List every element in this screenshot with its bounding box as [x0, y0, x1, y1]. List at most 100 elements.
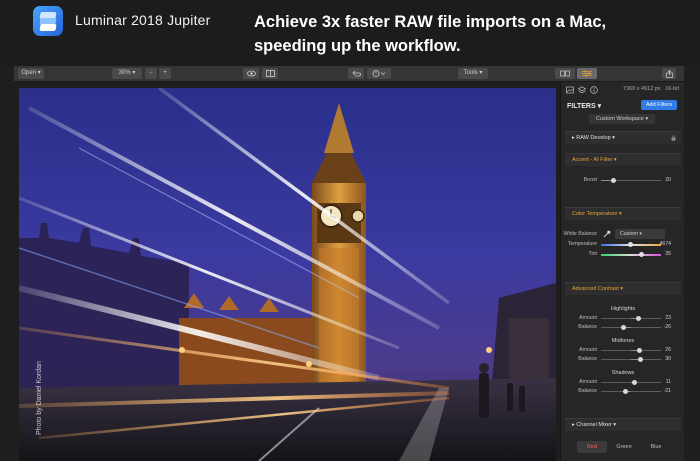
highlights-balance-label: Balance — [578, 324, 597, 330]
eyedropper-icon[interactable] — [603, 230, 611, 238]
channel-tab-red[interactable]: Red — [577, 441, 607, 453]
app-root: { "banner": { "app_name": "Luminar 2018 … — [0, 0, 700, 461]
temperature-value: 4674 — [659, 241, 671, 247]
history-icon — [372, 70, 386, 77]
add-filters-button[interactable]: Add Filters — [641, 100, 677, 110]
highlights-amount-row: Amount 23 — [565, 314, 681, 323]
filmstrip-icon — [560, 70, 570, 77]
boost-label: Boost — [583, 177, 597, 183]
shadows-amount-handle[interactable] — [632, 380, 637, 385]
shadows-balance-value: -21 — [663, 388, 672, 394]
zoom-value: 30% — [118, 70, 131, 76]
boost-slider-row: Boost 20 — [565, 176, 681, 185]
raw-develop-section[interactable]: ▸ RAW Develop ▾ — [565, 131, 681, 144]
color-temperature-section[interactable]: Color Temperature ▾ — [565, 207, 681, 220]
temperature-slider-handle[interactable] — [628, 242, 633, 247]
image-info-icon[interactable] — [566, 86, 574, 94]
eye-icon — [246, 70, 256, 77]
shadows-balance-slider[interactable] — [601, 389, 661, 394]
channel-mixer-title: ▸ Channel Mixer ▾ — [572, 422, 617, 428]
channel-mixer-section[interactable]: ▸ Channel Mixer ▾ — [565, 418, 681, 431]
workspace-label: Custom Workspace — [595, 116, 644, 122]
undo-icon — [351, 70, 361, 77]
zoom-select[interactable]: 30% ▾ — [112, 68, 142, 79]
boost-slider[interactable] — [601, 178, 661, 183]
highlights-balance-handle[interactable] — [621, 325, 626, 330]
midtones-amount-slider[interactable] — [601, 348, 661, 353]
midtones-amount-handle[interactable] — [637, 348, 642, 353]
info-icon[interactable] — [590, 86, 598, 94]
image-size: 7360 x 4912 px — [623, 86, 661, 92]
highlights-amount-value: 23 — [665, 315, 671, 321]
app-name: Luminar 2018 Jupiter — [75, 12, 211, 28]
filmstrip-button[interactable] — [555, 68, 575, 79]
promo-banner: Luminar 2018 Jupiter Achieve 3x faster R… — [0, 0, 700, 66]
photo-credit: Photo by Daniel Kordan — [36, 361, 43, 435]
midtones-balance-label: Balance — [578, 356, 597, 362]
workspace-select[interactable]: Custom Workspace ▾ — [589, 114, 655, 124]
filters-toggle-button[interactable] — [577, 68, 597, 79]
white-balance-value: Custom — [620, 231, 638, 237]
highlights-balance-value: -26 — [663, 324, 672, 330]
boost-value: 20 — [665, 177, 671, 183]
midtones-balance-handle[interactable] — [638, 357, 643, 362]
white-balance-label: White Balance — [563, 231, 597, 237]
photo-big-ben-image — [19, 88, 556, 461]
history-button[interactable] — [367, 68, 391, 79]
zoom-out-button[interactable]: − — [145, 68, 157, 79]
temperature-slider-row: Temperature 4674 — [565, 240, 681, 249]
preview-button[interactable] — [243, 68, 259, 79]
filters-title-label: FILTERS — [567, 103, 596, 110]
accent-ai-filter-section[interactable]: Accent - AI Filter ▾ — [565, 153, 681, 166]
open-button-label: Open — [21, 70, 36, 76]
highlights-balance-slider[interactable] — [601, 325, 661, 330]
headline-line-1: Achieve 3x faster RAW file imports on a … — [254, 13, 607, 31]
zoom-in-button[interactable]: + — [159, 68, 171, 79]
temperature-slider[interactable] — [601, 242, 661, 247]
midtones-balance-slider[interactable] — [601, 357, 661, 362]
zoom-in-label: + — [163, 70, 167, 76]
open-button[interactable]: Open ▾ — [18, 68, 44, 79]
white-balance-select[interactable]: Custom ▾ — [615, 229, 665, 239]
zoom-out-label: − — [149, 70, 153, 76]
channel-tab-green[interactable]: Green — [609, 441, 639, 453]
highlights-title: Highlights — [610, 306, 636, 312]
advanced-contrast-section[interactable]: Advanced Contrast ▾ — [565, 282, 681, 295]
shadows-balance-row: Balance -21 — [565, 387, 681, 396]
midtones-amount-row: Amount 26 — [565, 346, 681, 355]
share-icon — [665, 70, 673, 78]
tools-label: Tools — [463, 70, 478, 76]
highlights-amount-slider[interactable] — [601, 316, 661, 321]
main-toolbar: Open ▾ 30% ▾ − + Tools ▾ — [14, 66, 684, 82]
highlights-amount-label: Amount — [579, 315, 597, 321]
shadows-title: Shadows — [611, 370, 635, 376]
highlights-amount-handle[interactable] — [636, 316, 641, 321]
undo-button[interactable] — [348, 68, 364, 79]
tools-button[interactable]: Tools ▾ — [458, 68, 488, 79]
compare-button[interactable] — [262, 68, 278, 79]
layers-icon[interactable] — [578, 86, 586, 94]
tint-slider-handle[interactable] — [639, 252, 644, 257]
luminar-logo-icon — [33, 6, 63, 36]
tint-value: 35 — [665, 251, 671, 257]
share-button[interactable] — [662, 68, 676, 79]
color-temperature-title: Color Temperature ▾ — [572, 211, 622, 217]
filters-title[interactable]: FILTERS ▾ — [567, 102, 601, 110]
shadows-balance-label: Balance — [578, 388, 597, 394]
channel-mixer-tabs: Red Green Blue — [565, 441, 681, 455]
shadows-amount-row: Amount 11 — [565, 378, 681, 387]
midtones-balance-value: 30 — [665, 356, 671, 362]
sliders-icon — [582, 70, 592, 77]
bit-depth: 16-bit — [665, 86, 679, 92]
boost-slider-handle[interactable] — [611, 178, 616, 183]
tint-slider[interactable] — [601, 252, 661, 257]
shadows-balance-handle[interactable] — [623, 389, 628, 394]
channel-tab-blue[interactable]: Blue — [641, 441, 671, 453]
lock-icon — [671, 135, 676, 141]
midtones-amount-label: Amount — [579, 347, 597, 353]
photo-canvas[interactable] — [19, 88, 556, 461]
compare-icon — [265, 70, 275, 77]
shadows-amount-slider[interactable] — [601, 380, 661, 385]
midtones-title: Midtones — [611, 338, 635, 344]
shadows-amount-label: Amount — [579, 379, 597, 385]
